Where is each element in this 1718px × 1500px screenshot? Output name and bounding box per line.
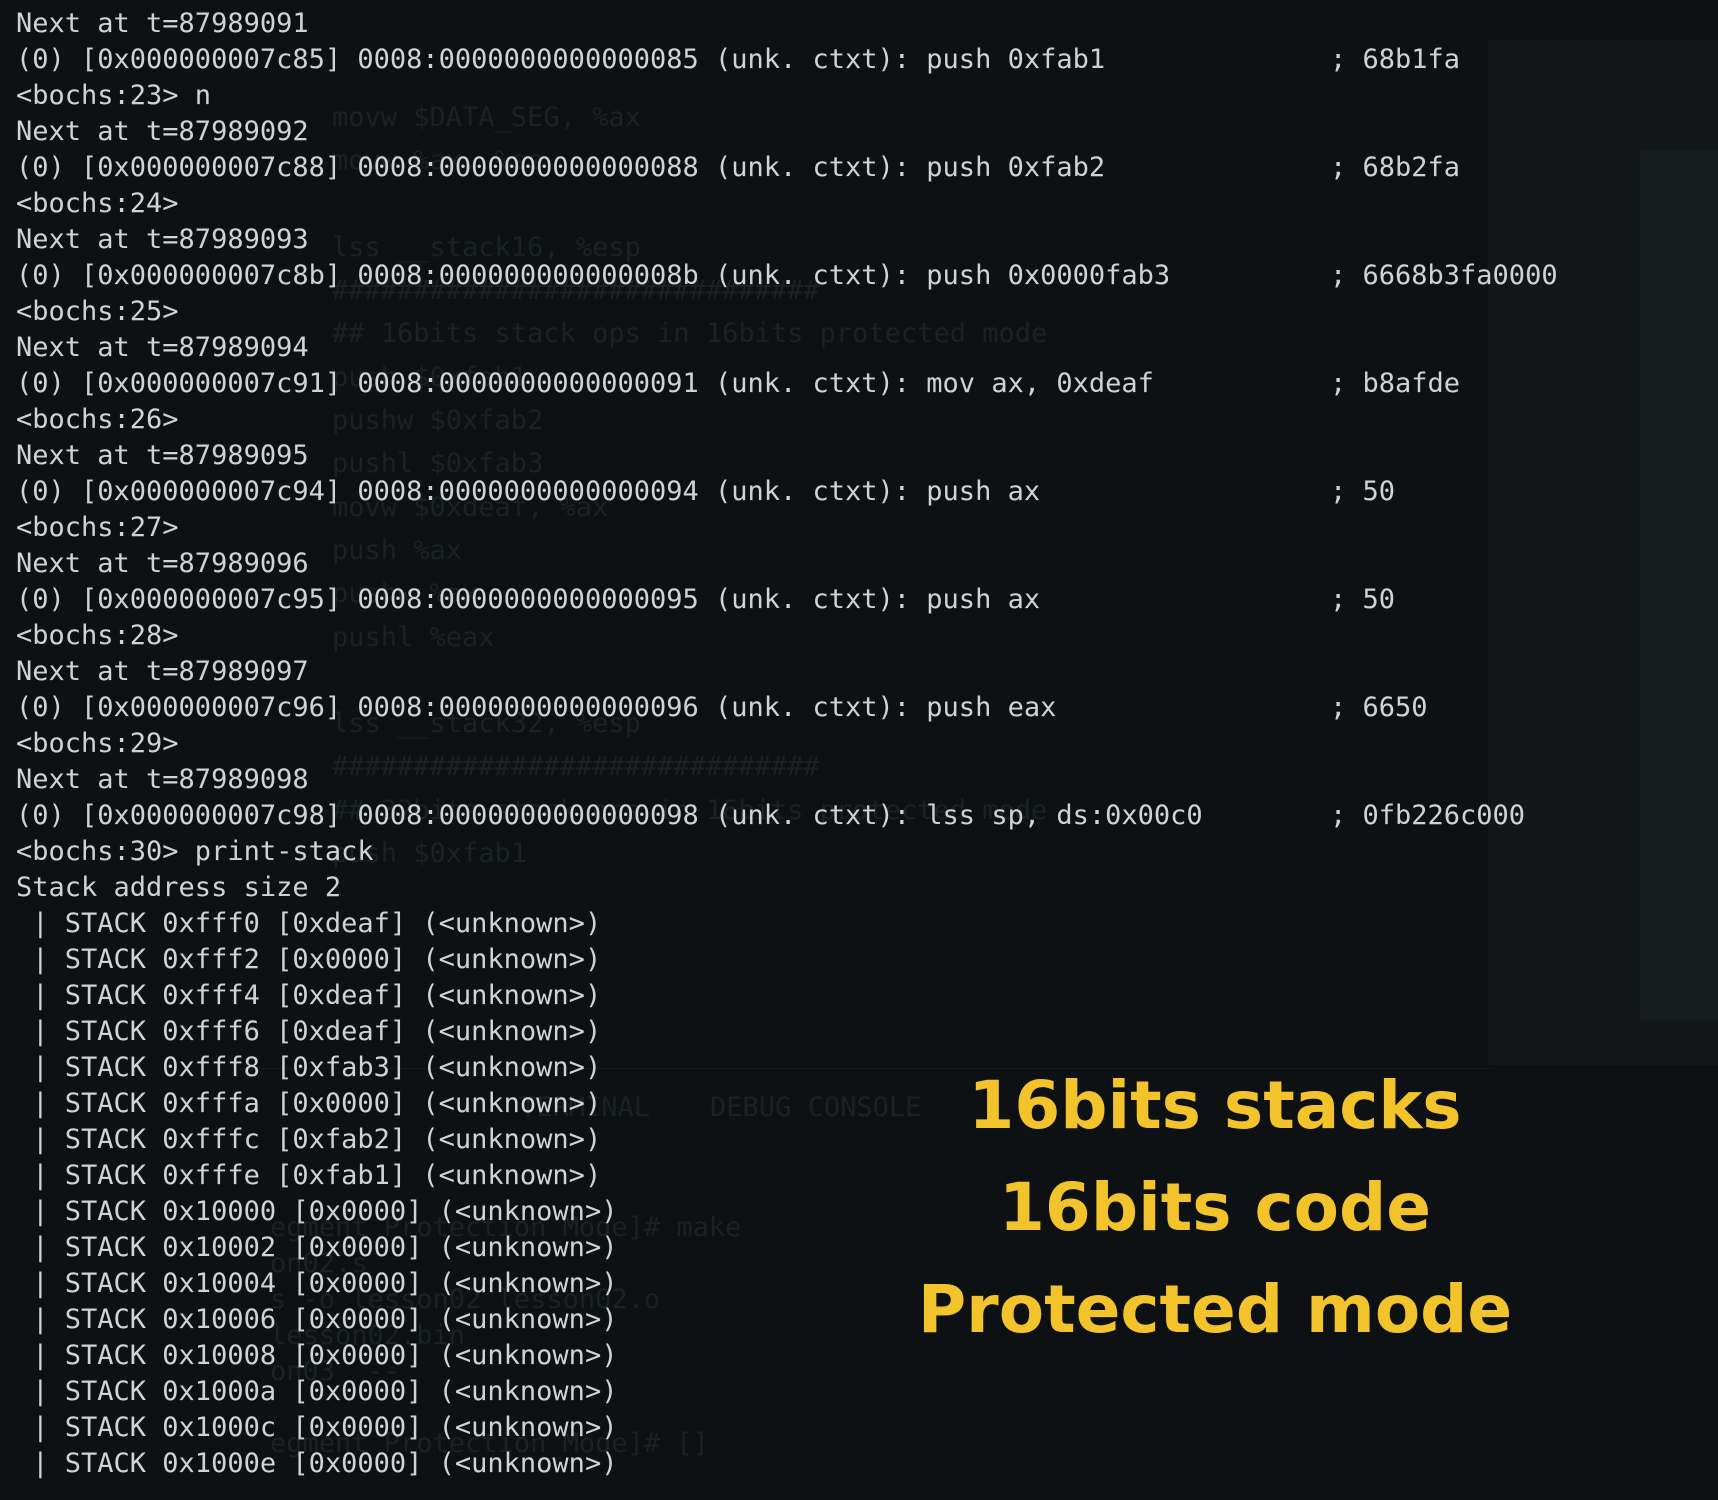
terminal-line: | STACK 0xfff4 [0xdeaf] (<unknown>) bbox=[16, 978, 1203, 1014]
terminal-line: Stack address size 2 bbox=[16, 870, 1203, 906]
terminal-line-text: Next at t=87989094 bbox=[16, 332, 309, 363]
terminal-line: (0) [0x000000007c95] 0008:00000000000000… bbox=[16, 582, 1395, 618]
terminal-line: (0) [0x000000007c94] 0008:00000000000000… bbox=[16, 474, 1395, 510]
terminal-line-text: | STACK 0x1000a [0x0000] (<unknown>) bbox=[16, 1376, 618, 1407]
instruction-bytes-comment: ; 0fb226c000 bbox=[1330, 800, 1526, 831]
terminal-line-text: | STACK 0xfff2 [0x0000] (<unknown>) bbox=[16, 944, 602, 975]
terminal-line: (0) [0x000000007c91] 0008:00000000000000… bbox=[16, 366, 1460, 402]
terminal-line: Next at t=87989092 bbox=[16, 114, 1203, 150]
terminal-line: | STACK 0x1000e [0x0000] (<unknown>) bbox=[16, 1446, 1203, 1482]
terminal-line-text: | STACK 0xfffc [0xfab2] (<unknown>) bbox=[16, 1124, 602, 1155]
terminal-line: | STACK 0xfff2 [0x0000] (<unknown>) bbox=[16, 942, 1203, 978]
terminal-line: Next at t=87989098 bbox=[16, 762, 1203, 798]
terminal-line-text: Next at t=87989098 bbox=[16, 764, 309, 795]
terminal-line-text: Next at t=87989095 bbox=[16, 440, 309, 471]
terminal-line: | STACK 0x1000a [0x0000] (<unknown>) bbox=[16, 1374, 1203, 1410]
terminal-line-text: (0) [0x000000007c88] 0008:00000000000000… bbox=[16, 152, 1106, 183]
terminal-line-text: <bochs:27> bbox=[16, 512, 179, 543]
terminal-line: <bochs:27> bbox=[16, 510, 1203, 546]
terminal-line-text: (0) [0x000000007c85] 0008:00000000000000… bbox=[16, 44, 1106, 75]
terminal-line-text: | STACK 0x1000e [0x0000] (<unknown>) bbox=[16, 1448, 618, 1479]
terminal-line-text: Next at t=87989097 bbox=[16, 656, 309, 687]
terminal-line: | STACK 0xfff6 [0xdeaf] (<unknown>) bbox=[16, 1014, 1203, 1050]
terminal-line-text: <bochs:26> bbox=[16, 404, 179, 435]
terminal-line: | STACK 0x1000c [0x0000] (<unknown>) bbox=[16, 1410, 1203, 1446]
terminal-line-text: Stack address size 2 bbox=[16, 872, 342, 903]
terminal-line-text: (0) [0x000000007c95] 0008:00000000000000… bbox=[16, 584, 1041, 615]
terminal-line-text: | STACK 0xfff0 [0xdeaf] (<unknown>) bbox=[16, 908, 602, 939]
instruction-bytes-comment: ; 50 bbox=[1330, 584, 1396, 615]
terminal-line-text: Next at t=87989093 bbox=[16, 224, 309, 255]
terminal-line: (0) [0x000000007c98] 0008:00000000000000… bbox=[16, 798, 1525, 834]
terminal-line-text: (0) [0x000000007c91] 0008:00000000000000… bbox=[16, 368, 1154, 399]
terminal-line-text: | STACK 0x10000 [0x0000] (<unknown>) bbox=[16, 1196, 618, 1227]
terminal-line-text: | STACK 0xfff6 [0xdeaf] (<unknown>) bbox=[16, 1016, 602, 1047]
terminal-line: Next at t=87989093 bbox=[16, 222, 1203, 258]
terminal-line: (0) [0x000000007c85] 0008:00000000000000… bbox=[16, 42, 1460, 78]
terminal-line: <bochs:23> n bbox=[16, 78, 1203, 114]
terminal-line: Next at t=87989094 bbox=[16, 330, 1203, 366]
terminal-line-text: | STACK 0xfff4 [0xdeaf] (<unknown>) bbox=[16, 980, 602, 1011]
overlay-captions: 16bits stacks 16bits code Protected mode bbox=[900, 1055, 1530, 1361]
terminal-line-text: | STACK 0xfffa [0x0000] (<unknown>) bbox=[16, 1088, 602, 1119]
background-minimap bbox=[1640, 150, 1718, 1020]
terminal-line-text: Next at t=87989096 bbox=[16, 548, 309, 579]
terminal-line-text: | STACK 0xfff8 [0xfab3] (<unknown>) bbox=[16, 1052, 602, 1083]
terminal-line-text: <bochs:30> print-stack bbox=[16, 836, 374, 867]
terminal-line-text: | STACK 0x10004 [0x0000] (<unknown>) bbox=[16, 1268, 618, 1299]
terminal-line-text: | STACK 0x1000c [0x0000] (<unknown>) bbox=[16, 1412, 618, 1443]
terminal-line-text: <bochs:29> bbox=[16, 728, 179, 759]
terminal-line-text: | STACK 0x10006 [0x0000] (<unknown>) bbox=[16, 1304, 618, 1335]
terminal-line: Next at t=87989091 bbox=[16, 6, 1203, 42]
screen: movw $DATA_SEG, %ax movw %ax, %ss lss __st… bbox=[0, 0, 1718, 1500]
terminal-line-text: <bochs:25> bbox=[16, 296, 179, 327]
instruction-bytes-comment: ; b8afde bbox=[1330, 368, 1461, 399]
terminal-line: (0) [0x000000007c8b] 0008:00000000000000… bbox=[16, 258, 1558, 294]
instruction-bytes-comment: ; 68b1fa bbox=[1330, 44, 1461, 75]
caption-cpu-mode: Protected mode bbox=[917, 1271, 1513, 1348]
terminal-line: Next at t=87989095 bbox=[16, 438, 1203, 474]
terminal-line-text: (0) [0x000000007c96] 0008:00000000000000… bbox=[16, 692, 1057, 723]
instruction-bytes-comment: ; 6668b3fa0000 bbox=[1330, 260, 1558, 291]
terminal-line-text: <bochs:23> n bbox=[16, 80, 212, 111]
terminal-line-text: | STACK 0x10008 [0x0000] (<unknown>) bbox=[16, 1340, 618, 1371]
terminal-line: <bochs:25> bbox=[16, 294, 1203, 330]
terminal-line-text: (0) [0x000000007c8b] 0008:00000000000000… bbox=[16, 260, 1171, 291]
terminal-line: | STACK 0xfff0 [0xdeaf] (<unknown>) bbox=[16, 906, 1203, 942]
terminal-line: Next at t=87989096 bbox=[16, 546, 1203, 582]
terminal-line-text: (0) [0x000000007c94] 0008:00000000000000… bbox=[16, 476, 1041, 507]
terminal-line-text: | STACK 0x10002 [0x0000] (<unknown>) bbox=[16, 1232, 618, 1263]
terminal-line: (0) [0x000000007c96] 0008:00000000000000… bbox=[16, 690, 1428, 726]
instruction-bytes-comment: ; 6650 bbox=[1330, 692, 1428, 723]
terminal-line: <bochs:30> print-stack bbox=[16, 834, 1203, 870]
terminal-line: (0) [0x000000007c88] 0008:00000000000000… bbox=[16, 150, 1460, 186]
caption-stack-size: 16bits stacks bbox=[968, 1067, 1462, 1144]
terminal-line: <bochs:26> bbox=[16, 402, 1203, 438]
terminal-line: <bochs:24> bbox=[16, 186, 1203, 222]
terminal-line: Next at t=87989097 bbox=[16, 654, 1203, 690]
terminal-line-text: (0) [0x000000007c98] 0008:00000000000000… bbox=[16, 800, 1203, 831]
terminal-line: <bochs:28> bbox=[16, 618, 1203, 654]
instruction-bytes-comment: ; 68b2fa bbox=[1330, 152, 1461, 183]
caption-code-size: 16bits code bbox=[999, 1169, 1431, 1246]
terminal-line-text: <bochs:24> bbox=[16, 188, 179, 219]
terminal-line-text: <bochs:28> bbox=[16, 620, 179, 651]
terminal-line-text: Next at t=87989092 bbox=[16, 116, 309, 147]
instruction-bytes-comment: ; 50 bbox=[1330, 476, 1396, 507]
terminal-line-text: Next at t=87989091 bbox=[16, 8, 309, 39]
terminal-line: <bochs:29> bbox=[16, 726, 1203, 762]
terminal-line-text: | STACK 0xfffe [0xfab1] (<unknown>) bbox=[16, 1160, 602, 1191]
